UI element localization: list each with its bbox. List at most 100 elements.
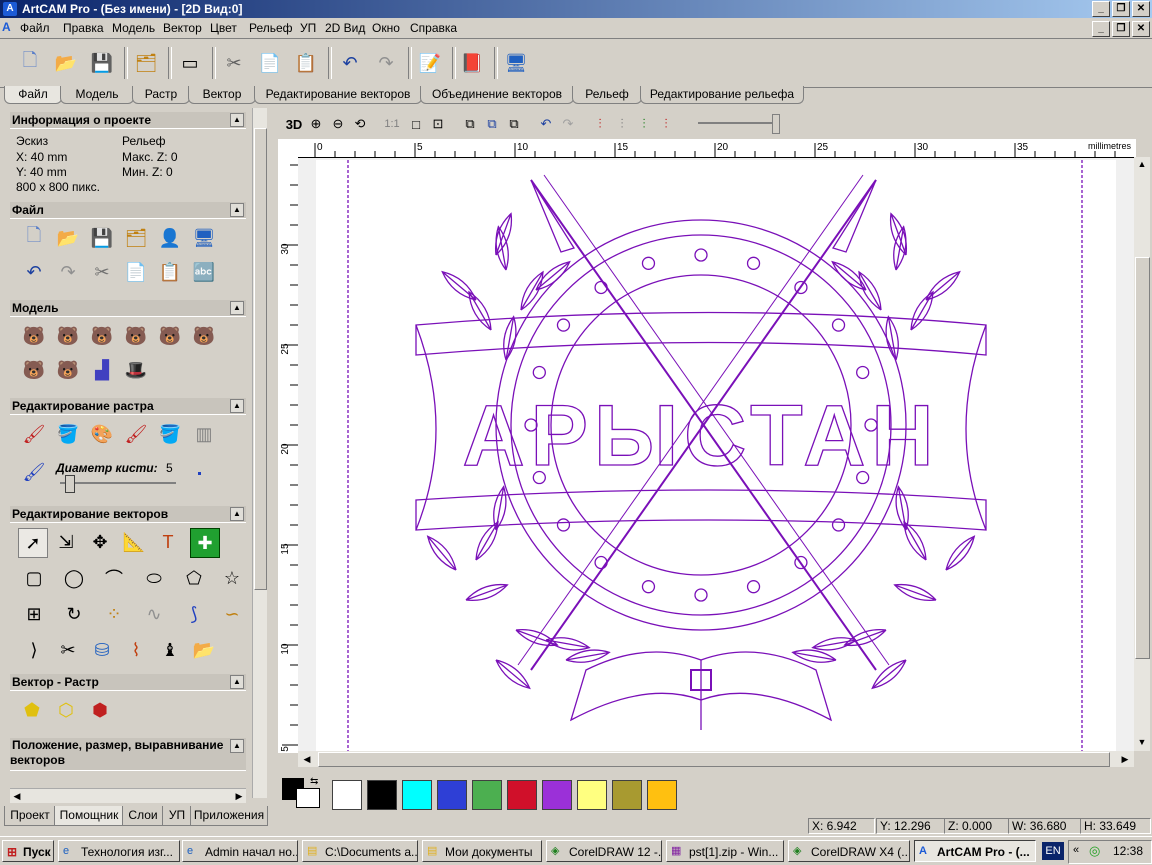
offset-icon[interactable]: ⛁: [88, 636, 116, 664]
canvas-horizontal-scrollbar[interactable]: ◀ ▶: [298, 751, 1134, 767]
palette-swatch[interactable]: [472, 780, 502, 810]
measure-icon[interactable]: 📐: [120, 528, 148, 556]
document-icon[interactable]: A: [2, 20, 16, 35]
redo-icon[interactable]: ↷: [372, 49, 400, 77]
menu-relief[interactable]: Рельеф: [249, 21, 293, 35]
restore-button[interactable]: ❐: [1112, 1, 1130, 17]
spline-icon[interactable]: ∽: [218, 600, 246, 628]
color-bar2-icon[interactable]: ⫶: [612, 114, 632, 134]
menu-vector[interactable]: Вектор: [163, 21, 202, 35]
color-bar3-icon[interactable]: ⫶: [634, 114, 654, 134]
model-layers-icon[interactable]: ▟: [88, 356, 116, 384]
model-mirror-icon[interactable]: 🐻: [156, 322, 184, 350]
abc-text-icon[interactable]: 🔤: [190, 258, 218, 286]
menu-color[interactable]: Цвет: [210, 21, 237, 35]
palette-swatch[interactable]: [507, 780, 537, 810]
fit-icon[interactable]: ⊡: [428, 114, 448, 134]
arc-icon[interactable]: ↻: [60, 600, 88, 628]
color-bar4-icon[interactable]: ⫶: [656, 114, 676, 134]
model-scale-icon[interactable]: 🐻: [122, 322, 150, 350]
rectangle-icon[interactable]: ▢: [20, 564, 48, 592]
wrap-icon[interactable]: ⊞: [20, 600, 48, 628]
section-position-size[interactable]: Положение, размер, выравнивание векторов…: [10, 738, 246, 771]
doc-restore-button[interactable]: ❐: [1112, 21, 1130, 37]
model-page[interactable]: АРЫСТАН: [316, 160, 1116, 752]
save-icon[interactable]: 💾: [88, 224, 116, 252]
import-icon[interactable]: 🗂: [122, 224, 150, 252]
curve-icon[interactable]: ⟩: [20, 636, 48, 664]
cut-icon[interactable]: ✂: [88, 258, 116, 286]
tab-vector-merging[interactable]: Объединение векторов: [420, 86, 574, 104]
star-icon[interactable]: ☆: [218, 564, 246, 592]
new-model-icon[interactable]: 🗋: [20, 224, 48, 252]
scroll-thumb[interactable]: [1135, 257, 1150, 659]
start-button[interactable]: ⊞ Пуск: [2, 840, 54, 862]
copy-icon[interactable]: 📄: [256, 49, 284, 77]
section-project-info[interactable]: Информация о проекте ▲: [10, 112, 246, 129]
taskbar-item-explorer2[interactable]: ▤ Мои документы: [422, 840, 542, 862]
collapse-icon[interactable]: ▲: [230, 113, 244, 127]
undo-icon[interactable]: ↶: [336, 49, 364, 77]
model-border-icon[interactable]: 🐻: [20, 356, 48, 384]
view-undo-icon[interactable]: ↶: [536, 114, 556, 134]
menu-edit[interactable]: Правка: [63, 21, 104, 35]
minimize-button[interactable]: _: [1092, 1, 1110, 17]
menu-toolpath[interactable]: УП: [300, 21, 316, 35]
artcam-app-icon[interactable]: A: [3, 2, 17, 16]
palette-swatch[interactable]: [577, 780, 607, 810]
select-arrow-icon[interactable]: ➚: [18, 528, 48, 558]
undo-icon[interactable]: ↶: [20, 258, 48, 286]
open-icon[interactable]: 📂: [54, 224, 82, 252]
canvas-vertical-scrollbar[interactable]: ▲ ▼: [1134, 157, 1150, 751]
language-indicator[interactable]: EN: [1042, 842, 1064, 860]
taskbar-item-winrar[interactable]: ▦ pst[1].zip - Win...: [666, 840, 784, 862]
node-icon[interactable]: ♝: [156, 636, 184, 664]
model-rotate-icon[interactable]: 🐻: [190, 322, 218, 350]
scroll-thumb[interactable]: [318, 752, 1110, 767]
bezier-icon[interactable]: ⟆: [180, 600, 208, 628]
settings-computer-icon[interactable]: 🖥: [502, 49, 530, 77]
text-tool-icon[interactable]: T: [154, 528, 182, 556]
raster-to-vector-icon[interactable]: ⬡: [52, 696, 80, 724]
taskbar-item-coreldrawx4[interactable]: ◈ CorelDRAW X4 (...: [788, 840, 910, 862]
import-image-icon[interactable]: 🗂: [132, 49, 160, 77]
setup-icon[interactable]: 🖥: [190, 224, 218, 252]
collapse-icon[interactable]: ▲: [230, 301, 244, 315]
node-edit-icon[interactable]: ⇲: [52, 528, 80, 556]
collapse-icon[interactable]: ▲: [230, 399, 244, 413]
model-size-icon[interactable]: 🐻: [20, 322, 48, 350]
doc-minimize-button[interactable]: _: [1092, 21, 1110, 37]
slider-knob[interactable]: [772, 114, 780, 134]
trim-icon[interactable]: ✂: [54, 636, 82, 664]
save-icon[interactable]: 💾: [88, 49, 116, 77]
scroll-right-icon[interactable]: ▶: [232, 789, 246, 803]
points-icon[interactable]: ⁘: [100, 600, 128, 628]
redo-icon[interactable]: ↷: [54, 258, 82, 286]
palette-swatch[interactable]: [542, 780, 572, 810]
brightness-slider[interactable]: [698, 114, 780, 134]
model-hat-icon[interactable]: 🎩: [122, 356, 150, 384]
secondary-color[interactable]: [296, 788, 320, 808]
network-icon[interactable]: ◎: [1089, 843, 1100, 859]
close-button[interactable]: ✕: [1132, 1, 1150, 17]
scroll-up-icon[interactable]: ▲: [1135, 157, 1149, 171]
model-resolution-icon[interactable]: 🐻: [54, 322, 82, 350]
select-rectangle-icon[interactable]: ▭: [176, 49, 204, 77]
collapse-icon[interactable]: ▲: [230, 203, 244, 217]
doc-close-button[interactable]: ✕: [1132, 21, 1150, 37]
ellipse-icon[interactable]: ⬭: [140, 564, 168, 592]
zoom-in-icon[interactable]: ⊕: [306, 114, 326, 134]
taskbar-item-browser2[interactable]: e Admin начал но...: [182, 840, 298, 862]
new-file-icon[interactable]: 🗋: [16, 49, 44, 77]
smooth-icon[interactable]: ∿: [140, 600, 168, 628]
polygon-icon[interactable]: ⬠: [180, 564, 208, 592]
swap-colors-icon[interactable]: ⇆: [310, 776, 318, 787]
slider-knob[interactable]: [65, 475, 76, 493]
layer-stack-icon[interactable]: ⧉: [504, 114, 524, 134]
notes-icon[interactable]: 📝: [416, 49, 444, 77]
vector-folder-icon[interactable]: 📂: [190, 636, 218, 664]
palette-swatch[interactable]: [647, 780, 677, 810]
palette-swatch[interactable]: [612, 780, 642, 810]
layer-blue-icon[interactable]: ⧉: [482, 114, 502, 134]
transform-icon[interactable]: ✥: [86, 528, 114, 556]
